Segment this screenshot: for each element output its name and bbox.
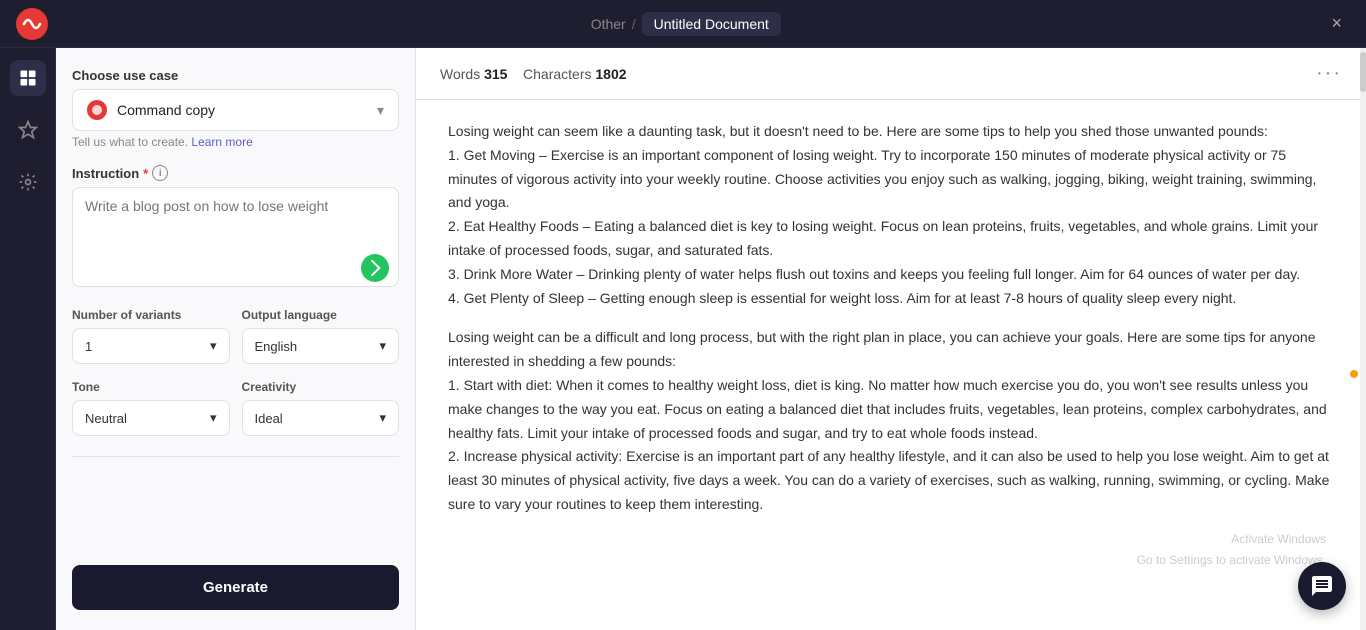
info-icon: i — [152, 165, 168, 181]
sidebar-icon-layout[interactable] — [10, 60, 46, 96]
scrollbar-thumb[interactable] — [1360, 52, 1366, 92]
use-case-dropdown[interactable]: Command copy ▾ — [72, 89, 399, 131]
language-label: Output language — [242, 308, 400, 322]
variants-language-row: Number of variants 1 ▾ Output language E… — [72, 308, 399, 364]
scrollbar-track — [1360, 48, 1366, 630]
app-logo — [16, 8, 48, 40]
language-select[interactable]: English ▾ — [242, 328, 400, 364]
more-options-button[interactable]: ··· — [1316, 62, 1342, 85]
helper-text: Tell us what to create. Learn more — [72, 135, 399, 149]
use-case-value: Command copy — [117, 102, 367, 118]
breadcrumb-separator: / — [632, 16, 636, 32]
creativity-value: Ideal — [255, 411, 283, 426]
chat-button[interactable] — [1298, 562, 1346, 610]
language-group: Output language English ▾ — [242, 308, 400, 364]
topbar: Other / Untitled Document × — [0, 0, 1366, 48]
document-title: Untitled Document — [642, 12, 781, 36]
variants-chevron-icon: ▾ — [210, 338, 217, 354]
characters-label: Characters — [523, 66, 591, 82]
breadcrumb-other: Other — [591, 16, 626, 32]
words-count: 315 — [484, 66, 507, 82]
topbar-left — [16, 8, 48, 40]
content-header: Words 315 Characters 1802 ··· — [416, 48, 1366, 100]
use-case-label: Choose use case — [72, 68, 399, 83]
variants-select[interactable]: 1 ▾ — [72, 328, 230, 364]
content-area[interactable]: Losing weight can seem like a daunting t… — [416, 100, 1366, 630]
instruction-required: * — [143, 166, 148, 181]
language-value: English — [255, 339, 298, 354]
divider — [72, 456, 399, 457]
tone-chevron-icon: ▾ — [210, 410, 217, 426]
tone-select[interactable]: Neutral ▾ — [72, 400, 230, 436]
dot-indicator-1 — [1350, 370, 1358, 378]
variants-value: 1 — [85, 339, 92, 354]
words-label: Words — [440, 66, 480, 82]
use-case-section: Choose use case Command copy ▾ Tell us w… — [72, 68, 399, 149]
tone-group: Tone Neutral ▾ — [72, 380, 230, 436]
topbar-center: Other / Untitled Document — [591, 12, 781, 36]
tone-creativity-row: Tone Neutral ▾ Creativity Ideal ▾ — [72, 380, 399, 436]
creativity-label: Creativity — [242, 380, 400, 394]
instruction-section: Instruction * i — [72, 165, 399, 292]
close-button[interactable]: × — [1323, 9, 1350, 38]
variants-group: Number of variants 1 ▾ — [72, 308, 230, 364]
language-chevron-icon: ▾ — [379, 338, 386, 354]
variants-label: Number of variants — [72, 308, 230, 322]
creativity-chevron-icon: ▾ — [379, 410, 386, 426]
content-paragraph-1: Losing weight can seem like a daunting t… — [448, 120, 1334, 310]
characters-count: 1802 — [595, 66, 626, 82]
instruction-label-text: Instruction — [72, 166, 139, 181]
instruction-textarea[interactable] — [72, 187, 399, 287]
icon-sidebar — [0, 48, 56, 630]
tone-value: Neutral — [85, 411, 127, 426]
watermark: Activate WindowsGo to Settings to activa… — [1137, 529, 1326, 570]
tone-label: Tone — [72, 380, 230, 394]
instruction-label-row: Instruction * i — [72, 165, 399, 181]
right-panel: Words 315 Characters 1802 ··· Losing wei… — [416, 48, 1366, 630]
word-character-count: Words 315 Characters 1802 — [440, 66, 1316, 82]
content-paragraph-2: Losing weight can be a difficult and lon… — [448, 326, 1334, 516]
left-panel: Choose use case Command copy ▾ Tell us w… — [56, 48, 416, 630]
main-layout: Choose use case Command copy ▾ Tell us w… — [0, 48, 1366, 630]
use-case-icon — [87, 100, 107, 120]
sidebar-icon-magic[interactable] — [10, 164, 46, 200]
creativity-select[interactable]: Ideal ▾ — [242, 400, 400, 436]
generate-button[interactable]: Generate — [72, 565, 399, 610]
textarea-wrapper — [72, 187, 399, 292]
submit-button[interactable] — [361, 254, 389, 282]
creativity-group: Creativity Ideal ▾ — [242, 380, 400, 436]
topbar-right: × — [1323, 9, 1350, 38]
sidebar-icon-ai[interactable] — [10, 112, 46, 148]
chevron-down-icon: ▾ — [377, 102, 384, 119]
learn-more-link[interactable]: Learn more — [191, 135, 252, 149]
